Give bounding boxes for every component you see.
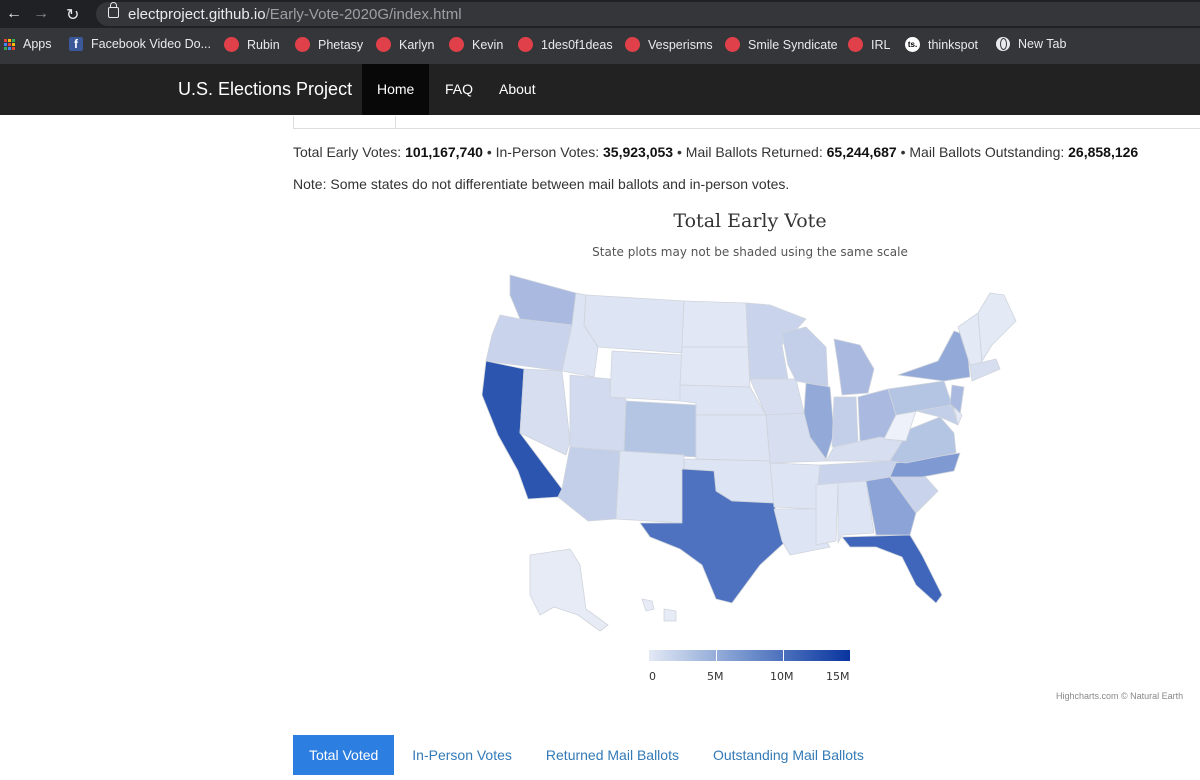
mail-ballots-returned: 65,244,687 (826, 144, 897, 160)
red-dot-icon (518, 37, 533, 52)
in-person-votes: 35,923,053 (603, 144, 674, 160)
chart-credits[interactable]: Highcharts.com © Natural Earth (1056, 691, 1183, 701)
apps-grid-icon (4, 38, 15, 50)
state-in[interactable] (831, 396, 859, 448)
state-ar[interactable] (769, 462, 821, 510)
state-ny[interactable] (897, 330, 971, 382)
state-nd[interactable] (681, 300, 749, 348)
color-axis-legend (649, 650, 850, 661)
bookmark-irl[interactable]: IRL (848, 37, 890, 52)
bookmark-new-tab[interactable]: New Tab (996, 37, 1066, 51)
forward-arrow-icon[interactable]: → (33, 5, 49, 23)
vote-summary: Total Early Votes: 101,167,740 • In-Pers… (293, 144, 1139, 160)
reload-icon[interactable]: ↻ (66, 5, 79, 25)
state-wy[interactable] (609, 350, 683, 402)
legend-tick-label: 15M (826, 670, 850, 683)
tab-total-voted[interactable]: Total Voted (293, 735, 395, 775)
state-ak[interactable] (529, 548, 609, 632)
red-dot-icon (295, 37, 310, 52)
red-dot-icon (848, 37, 863, 52)
state-me[interactable] (977, 292, 1017, 362)
bookmarks-bar: Apps f Facebook Video Do... Rubin Phetas… (0, 28, 1200, 64)
state-sd[interactable] (679, 346, 751, 388)
state-co[interactable] (623, 400, 697, 458)
facebook-icon: f (69, 37, 83, 51)
state-nv[interactable] (519, 368, 571, 456)
url-text: electproject.github.io/Early-Vote-2020G/… (128, 6, 462, 23)
state-wi[interactable] (781, 326, 829, 388)
state-fl[interactable] (841, 534, 943, 604)
view-tabs: Total Voted In-Person Votes Returned Mai… (293, 735, 882, 775)
state-hi[interactable] (641, 598, 677, 622)
legend-tick (783, 650, 784, 661)
legend-tick-label: 10M (770, 670, 794, 683)
bookmark-rubin[interactable]: Rubin (224, 37, 280, 52)
state-or[interactable] (485, 314, 573, 372)
nav-home[interactable]: Home (362, 64, 430, 115)
lock-icon (108, 2, 119, 18)
total-early-votes: 101,167,740 (405, 144, 483, 160)
red-dot-icon (449, 37, 464, 52)
globe-icon (996, 37, 1010, 51)
bookmark-apps[interactable]: Apps (4, 37, 52, 51)
red-dot-icon (625, 37, 640, 52)
note-text: Note: Some states do not differentiate b… (293, 176, 790, 192)
red-dot-icon (376, 37, 391, 52)
chart-subtitle: State plots may not be shaded using the … (592, 245, 908, 259)
browser-toolbar: ← → ↻ electproject.github.io/Early-Vote-… (0, 0, 1200, 28)
legend-tick-label: 5M (707, 670, 724, 683)
site-navbar: U.S. Elections Project Home FAQ About (0, 64, 1200, 115)
chart-title: Total Early Vote (673, 210, 827, 232)
tab-strip-edge (293, 116, 1200, 129)
tab-outstanding-mail-ballots[interactable]: Outstanding Mail Ballots (697, 735, 880, 775)
site-brand[interactable]: U.S. Elections Project (178, 79, 352, 100)
state-az[interactable] (557, 446, 621, 522)
state-ms[interactable] (815, 482, 839, 546)
nav-about[interactable]: About (484, 64, 551, 115)
bookmark-karlyn[interactable]: Karlyn (376, 37, 434, 52)
back-arrow-icon[interactable]: ← (6, 5, 22, 23)
nav-faq[interactable]: FAQ (430, 64, 488, 115)
mail-ballots-outstanding: 26,858,126 (1068, 144, 1139, 160)
state-mt[interactable] (583, 294, 685, 354)
address-bar[interactable]: electproject.github.io/Early-Vote-2020G/… (96, 2, 1200, 26)
red-dot-icon (725, 37, 740, 52)
bookmark-vesperisms[interactable]: Vesperisms (625, 37, 713, 52)
us-choropleth-map (481, 274, 1017, 632)
state-nm[interactable] (615, 450, 685, 524)
state-ks[interactable] (695, 414, 771, 462)
ts-icon: ts. (905, 37, 920, 52)
state-mi[interactable] (833, 338, 875, 396)
bookmark-thinkspot[interactable]: ts. thinkspot (905, 37, 978, 52)
legend-tick-label: 0 (649, 670, 656, 683)
tab-returned-mail-ballots[interactable]: Returned Mail Ballots (530, 735, 695, 775)
red-dot-icon (224, 37, 239, 52)
bookmark-phetasy[interactable]: Phetasy (295, 37, 363, 52)
legend-tick (716, 650, 717, 661)
tab-in-person-votes[interactable]: In-Person Votes (396, 735, 528, 775)
bookmark-kevin[interactable]: Kevin (449, 37, 503, 52)
bookmark-1des0f1deas[interactable]: 1des0f1deas (518, 37, 613, 52)
state-wa[interactable] (509, 274, 577, 326)
bookmark-facebook[interactable]: f Facebook Video Do... (69, 37, 211, 51)
bookmark-smile-syndicate[interactable]: Smile Syndicate (725, 37, 838, 52)
